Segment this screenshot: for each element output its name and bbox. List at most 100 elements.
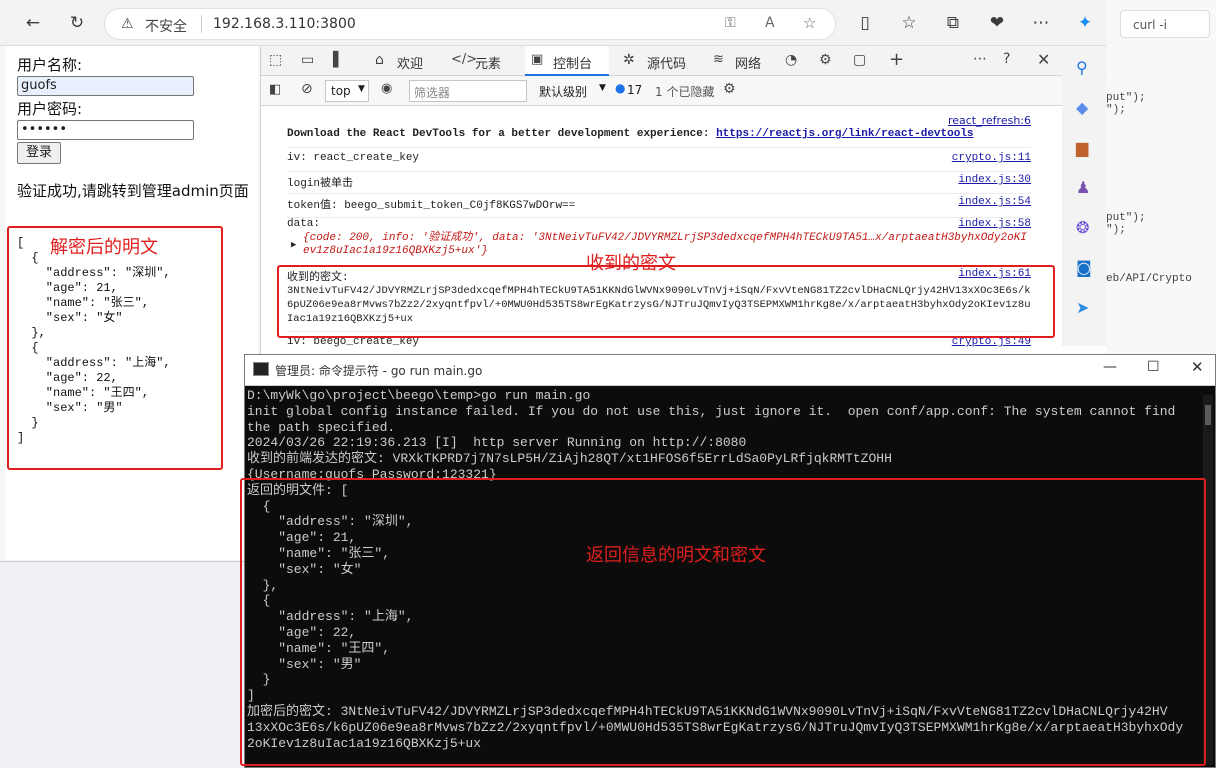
extensions-icon[interactable]: ❤ [986, 12, 1008, 34]
address-bar[interactable]: ⚠ 不安全 192.168.3.110:3800 ⚿ A ☆ [104, 8, 836, 40]
browser-toolbar: ← ↻ ⚠ 不安全 192.168.3.110:3800 ⚿ A ☆ ▯ ☆ ⧉… [0, 0, 1106, 46]
filter-input[interactable]: 筛选器 [409, 80, 527, 102]
log-row: iv: beego_create_key crypto.js:49 [287, 336, 1031, 356]
close-devtools-icon[interactable]: ✕ [1037, 50, 1050, 69]
more-menu-icon[interactable]: ⋯ [1030, 12, 1052, 34]
wifi-icon: ≋ [713, 52, 724, 67]
sidebar-toggle-icon[interactable]: ◧ [269, 82, 281, 97]
copilot-icon[interactable]: ✦ [1074, 12, 1096, 34]
clear-console-icon[interactable]: ⊘ [301, 81, 313, 97]
edge-sidebar: ⚲ ◆ ▆ ♟ ❂ ◙ ➤ [1062, 46, 1106, 346]
login-button[interactable]: 登录 [17, 142, 61, 164]
close-icon[interactable]: ✕ [1191, 358, 1204, 376]
annotation-label-received: 收到的密文 [586, 253, 676, 274]
cmd-titlebar: 管理员: 命令提示符 - go run main.go — ☐ ✕ [245, 355, 1215, 386]
password-input[interactable]: •••••• [17, 120, 194, 140]
home-icon: ⌂ [375, 52, 384, 68]
username-input[interactable]: guofs [17, 76, 194, 96]
log-source-link[interactable]: index.js:30 [958, 174, 1031, 186]
tab-console-active[interactable]: ▣ 控制台 [525, 46, 609, 76]
code-snippet: put"); "); [1106, 212, 1146, 236]
copilot-app-icon[interactable]: ❂ [1076, 218, 1089, 237]
application-icon[interactable]: ▢ [853, 52, 866, 68]
tab-console[interactable]: 控制台 [553, 53, 592, 72]
search-icon[interactable]: ⚲ [1076, 58, 1088, 77]
annotation-box-plaintext [7, 226, 223, 470]
bug-icon: ✲ [623, 52, 635, 68]
eye-icon[interactable]: ◉ [381, 81, 392, 96]
log-row: Download the React DevTools for a better… [287, 128, 1031, 148]
context-select[interactable]: top ▼ [325, 80, 369, 102]
dock-icon[interactable]: ▌ [333, 52, 344, 68]
favorites-icon[interactable]: ☆ [898, 12, 920, 34]
log-text: Download the React DevTools for a better… [287, 128, 717, 140]
games-icon[interactable]: ♟ [1076, 178, 1090, 197]
url-text[interactable]: 192.168.3.110:3800 [213, 16, 356, 32]
annotation-label-plaintext: 解密后的明文 [50, 237, 158, 258]
settings-gear-icon[interactable]: ⚙ [723, 81, 736, 97]
log-row: login被单击 index.js:30 [287, 174, 1031, 194]
annotation-box-returned [240, 478, 1206, 766]
username-label: 用户名称: [17, 56, 83, 74]
maximize-icon[interactable]: ☐ [1147, 359, 1160, 375]
collections-icon[interactable]: ⧉ [942, 12, 964, 34]
add-tab-icon[interactable]: + [889, 49, 904, 70]
log-text: login被单击 [287, 178, 354, 190]
log-row: iv: react_create_key crypto.js:11 [287, 152, 1031, 172]
read-aloud-icon[interactable]: A [765, 15, 775, 31]
issues-icon[interactable]: ● [615, 81, 625, 95]
minimize-icon[interactable]: — [1103, 359, 1117, 375]
more-icon[interactable]: ⋯ [973, 51, 987, 67]
expand-triangle-icon[interactable]: ▶ [291, 240, 296, 250]
device-toggle-icon[interactable]: ▭ [301, 52, 314, 68]
annotation-label-returned: 返回信息的明文和密文 [586, 545, 766, 566]
password-label: 用户密码: [17, 100, 83, 118]
annotation-box-received [277, 265, 1055, 338]
send-icon[interactable]: ➤ [1076, 298, 1089, 317]
chevron-down-icon: ▼ [599, 83, 606, 93]
log-source-link[interactable]: react_refresh:6 [948, 114, 1031, 127]
insecure-label: 不安全 [145, 19, 187, 35]
briefcase-icon[interactable]: ▆ [1076, 138, 1088, 157]
favorite-star-icon[interactable]: ☆ [803, 14, 816, 32]
log-source-link[interactable]: index.js:54 [958, 196, 1031, 208]
split-screen-icon[interactable]: ▯ [854, 12, 876, 34]
outlook-icon[interactable]: ◙ [1076, 258, 1092, 277]
devtools-tabbar: ⬚ ▭ ▌ ⌂ 欢迎 </> 元素 ▣ 控制台 ✲ 源代码 ≋ 网络 ◔ ⚙ ▢… [261, 46, 1107, 76]
code-snippet: eb/API/Crypto [1106, 273, 1192, 285]
cmd-title: 管理员: 命令提示符 - go run main.go [275, 364, 483, 378]
editor-tab[interactable]: curl -i [1120, 10, 1210, 38]
warning-icon[interactable]: ⚠ [121, 16, 134, 32]
log-text: token值: beego_submit_token_C0jf8KGS7wDOr… [287, 200, 576, 212]
divider [201, 15, 202, 33]
log-source-link[interactable]: crypto.js:11 [952, 152, 1031, 164]
editor-tab-label: curl -i [1133, 18, 1167, 32]
log-text: data: [287, 218, 321, 230]
tab-elements[interactable]: 元素 [475, 53, 501, 72]
log-source-link[interactable]: index.js:58 [958, 218, 1031, 230]
scrollbar-thumb[interactable] [1205, 405, 1211, 425]
back-icon[interactable]: ← [22, 12, 44, 34]
tab-network[interactable]: 网络 [735, 53, 761, 72]
refresh-icon[interactable]: ↻ [66, 12, 88, 34]
react-devtools-link[interactable]: https://reactjs.org/link/react-devtools [716, 128, 973, 140]
chevron-down-icon: ▼ [358, 84, 365, 94]
key-icon[interactable]: ⚿ [725, 15, 736, 31]
success-message: 验证成功,请跳转到管理admin页面 [17, 182, 249, 200]
performance-icon[interactable]: ◔ [785, 52, 797, 68]
tag-icon[interactable]: ◆ [1076, 98, 1088, 117]
tab-sources[interactable]: 源代码 [647, 53, 686, 72]
log-level-select[interactable]: 默认级别 [539, 83, 587, 100]
cmd-icon [253, 362, 269, 376]
context-value: top [331, 84, 351, 98]
help-icon[interactable]: ? [1003, 51, 1010, 67]
inspect-icon[interactable]: ⬚ [269, 52, 282, 68]
memory-icon[interactable]: ⚙ [819, 52, 832, 68]
log-row: react_refresh:6 [287, 114, 1031, 128]
log-row: token值: beego_submit_token_C0jf8KGS7wDOr… [287, 196, 1031, 218]
issues-count: 17 [627, 83, 643, 97]
console-toolbar: ◧ ⊘ top ▼ ◉ 筛选器 默认级别 ▼ ● 17 1 个已隐藏 ⚙ [261, 76, 1107, 106]
code-snippet: put"); "); [1106, 92, 1146, 116]
log-text: iv: react_create_key [287, 152, 420, 164]
tab-welcome[interactable]: 欢迎 [397, 53, 423, 72]
